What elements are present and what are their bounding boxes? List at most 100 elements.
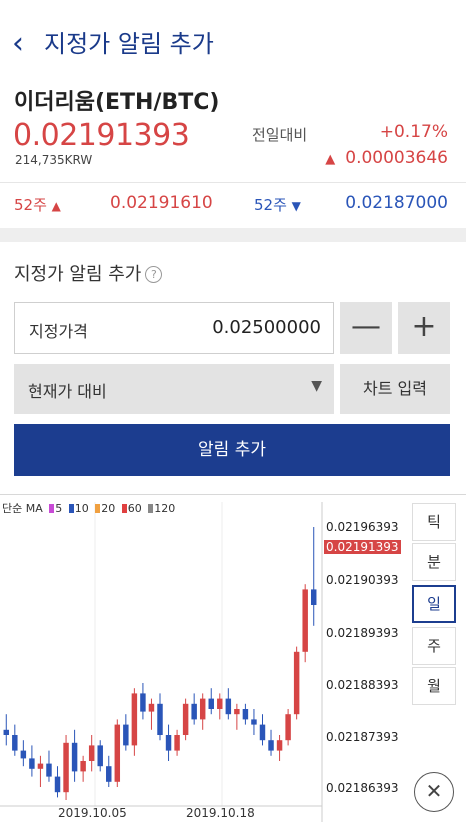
x-tick-label: 2019.10.05: [58, 806, 127, 820]
y-tick-label: 0.02186393: [326, 781, 399, 795]
candle-body: [208, 698, 214, 709]
candle-body: [71, 742, 78, 772]
candle-body: [88, 745, 95, 761]
compare-label: 전일대비: [252, 126, 308, 144]
candle: [54, 766, 61, 798]
question-circle-icon[interactable]: ?: [145, 266, 163, 283]
decrease-button[interactable]: —: [340, 302, 392, 354]
candle-body: [251, 719, 257, 725]
arrow-up-icon: ▲: [51, 199, 61, 213]
candle-body: [37, 763, 44, 769]
candle-body: [20, 750, 27, 759]
candle-body: [3, 729, 10, 735]
candle-body: [310, 589, 317, 605]
candle-body: [234, 709, 240, 715]
divider: [0, 182, 466, 183]
candle: [46, 750, 52, 782]
candle-body: [63, 742, 69, 793]
candle-body: [140, 693, 146, 712]
candle: [182, 698, 189, 741]
candle-body: [46, 763, 52, 777]
candle-body: [259, 724, 266, 741]
ma10-swatch: [68, 504, 74, 513]
candle-body: [174, 735, 180, 751]
candle-body: [225, 698, 232, 715]
current-price: 0.02191393: [13, 118, 190, 153]
candle: [234, 703, 240, 730]
candle: [225, 688, 232, 720]
candle: [208, 688, 214, 715]
ma20-label: 20: [101, 502, 116, 515]
page-title: 지정가 알림 추가: [44, 30, 214, 58]
candle-body: [285, 714, 291, 741]
candle-body: [276, 740, 283, 751]
timeframe-week[interactable]: 주: [412, 627, 456, 665]
candle-body: [54, 776, 61, 793]
condition-select[interactable]: 현재가 대비 ▼: [14, 364, 334, 414]
krw-price: 214,735KRW: [15, 153, 93, 167]
x-tick-label: 2019.10.18: [186, 806, 255, 820]
candle: [114, 719, 121, 787]
target-price-label: 지정가격: [29, 322, 88, 341]
candle-body: [191, 703, 197, 720]
y-tick-label: 0.02187393: [326, 730, 399, 744]
header: ‹ 지정가 알림 추가: [0, 0, 466, 86]
condition-select-value: 현재가 대비: [28, 382, 107, 401]
week52-high-value: 0.02191610: [110, 193, 213, 213]
candle-body: [242, 709, 249, 720]
candle-body: [106, 766, 112, 782]
ma20-swatch: [95, 504, 101, 513]
week52-high-label: 52주 ▲: [14, 196, 61, 214]
add-alert-button[interactable]: 알림 추가: [14, 424, 450, 476]
section-gap: [0, 228, 466, 242]
candle-body: [97, 745, 103, 767]
candle: [88, 735, 95, 772]
candle: [12, 724, 18, 756]
increase-button[interactable]: +: [398, 302, 450, 354]
ma-label: MA: [25, 502, 43, 515]
timeframe-month[interactable]: 월: [412, 667, 456, 705]
candle: [148, 698, 155, 730]
close-icon[interactable]: ✕: [414, 772, 454, 812]
timeframe-tick[interactable]: 틱: [412, 503, 456, 541]
candle-body: [182, 703, 189, 735]
chart-input-button[interactable]: 차트 입력: [340, 364, 450, 414]
timeframe-day[interactable]: 일: [412, 585, 456, 623]
ma5-label: 5: [55, 502, 63, 515]
y-tick-label: 0.02189393: [326, 626, 399, 640]
target-price-value[interactable]: 0.02500000: [212, 317, 321, 338]
candle: [199, 693, 206, 730]
candle: [268, 729, 274, 756]
candle: [165, 724, 172, 761]
alert-section-title: 지정가 알림 추가?: [14, 260, 163, 286]
ma120-label: 120: [154, 502, 176, 515]
y-tick-label: 0.02190393: [326, 573, 399, 587]
candle: [37, 755, 44, 787]
change-percent: +0.17%: [379, 122, 448, 142]
ma-type-label: 단순: [2, 502, 23, 515]
target-price-field[interactable]: 지정가격 0.02500000: [14, 302, 334, 354]
chevron-left-icon[interactable]: ‹: [12, 24, 38, 64]
up-triangle-icon: ▲: [325, 152, 336, 167]
arrow-down-icon: ▼: [291, 199, 301, 213]
candle-body: [157, 703, 163, 735]
timeframe-minute[interactable]: 분: [412, 543, 456, 581]
candle: [310, 527, 317, 626]
candle-body: [12, 735, 18, 751]
candle-body: [114, 724, 121, 782]
caret-down-icon: ▼: [311, 378, 322, 394]
candle: [123, 714, 129, 751]
week52-low-value: 0.02187000: [345, 193, 448, 213]
candle: [293, 646, 300, 720]
candle: [71, 729, 78, 782]
ma120-swatch: [148, 504, 154, 513]
y-tick-label: 0.02188393: [326, 678, 399, 692]
change-amount: ▲ 0.00003646: [325, 148, 448, 168]
ma5-swatch: [49, 504, 55, 513]
candle-body: [29, 758, 35, 769]
candle-body: [217, 698, 223, 709]
candle: [285, 709, 291, 746]
candle: [242, 703, 249, 725]
candle: [3, 714, 10, 746]
candle: [191, 693, 197, 725]
